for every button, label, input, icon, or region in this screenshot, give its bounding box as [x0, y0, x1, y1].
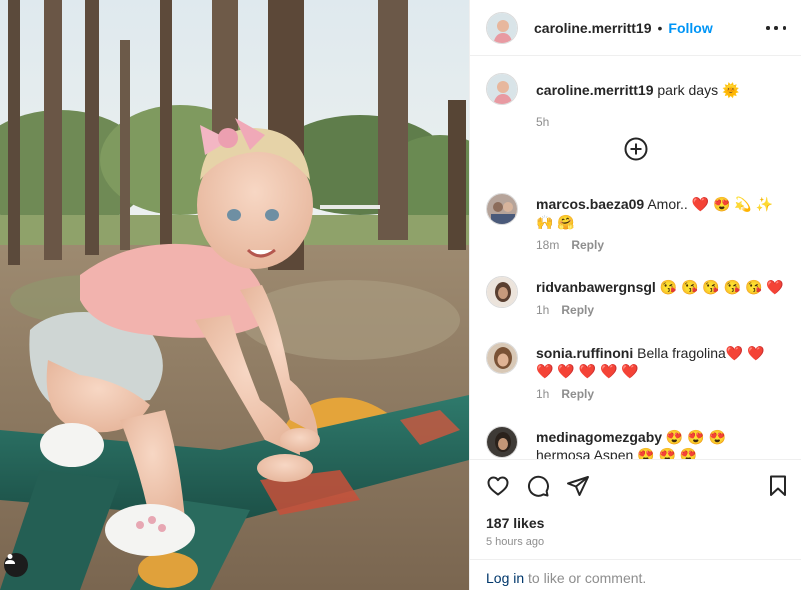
author-username[interactable]: caroline.merritt19 [534, 20, 652, 36]
comment-text: medinagomezgaby 😍 😍 😍 hermosa Aspen 😍 😍 … [536, 428, 784, 459]
reply-button[interactable]: Reply [571, 238, 604, 252]
more-options-icon[interactable] [766, 18, 786, 38]
commenter-avatar[interactable] [486, 342, 518, 374]
commenter-avatar[interactable] [486, 193, 518, 225]
comment-text: marcos.baeza09 Amor.. ❤️ 😍 💫 ✨ 🙌 🤗 [536, 195, 784, 231]
reply-button[interactable]: Reply [561, 387, 594, 401]
comment-meta: 18m Reply [536, 238, 604, 252]
comment-username[interactable]: medinagomezgaby [536, 429, 662, 445]
user-tag-icon[interactable] [4, 553, 28, 577]
post-side-panel: caroline.merritt19 • Follow caroline.mer… [469, 0, 801, 590]
separator-dot: • [657, 19, 663, 36]
comment-meta: 1h Reply [536, 387, 594, 401]
comment-body: 😘 😘 😘 😘 😘 ❤️ [659, 279, 784, 295]
caption-avatar[interactable] [486, 73, 518, 105]
caption-body: park days 🌞 [657, 82, 740, 98]
paper-plane-icon[interactable] [566, 474, 590, 498]
caption-age: 5h [536, 115, 550, 129]
follow-button[interactable]: Follow [668, 20, 712, 36]
caption-username[interactable]: caroline.merritt19 [536, 82, 654, 98]
likes-count[interactable]: 187 likes [486, 515, 544, 531]
login-suffix: to like or comment. [524, 570, 647, 586]
comment-text: sonia.ruffinoni Bella fragolina❤️ ❤️ ❤️ … [536, 344, 784, 380]
heart-icon[interactable] [486, 474, 510, 498]
commenter-avatar[interactable] [486, 276, 518, 308]
login-link[interactable]: Log in [486, 570, 524, 586]
caption-text: caroline.merritt19 park days 🌞 [536, 81, 784, 99]
action-bar [470, 459, 801, 511]
reply-button[interactable]: Reply [561, 303, 594, 317]
comment-age: 1h [536, 303, 550, 317]
author-avatar[interactable] [486, 11, 518, 44]
post-header: caroline.merritt19 • Follow [470, 0, 801, 56]
comment-text: ridvanbawergnsgl 😘 😘 😘 😘 😘 ❤️ [536, 278, 784, 296]
comment-username[interactable]: ridvanbawergnsgl [536, 279, 656, 295]
plus-circle-icon[interactable] [624, 137, 648, 161]
post-photo[interactable] [0, 0, 469, 590]
comment-meta: 1h Reply [536, 303, 594, 317]
comment-username[interactable]: sonia.ruffinoni [536, 345, 633, 361]
comments-list[interactable]: caroline.merritt19 park days 🌞 5h marcos… [470, 57, 801, 459]
post-timestamp[interactable]: 5 hours ago [486, 536, 544, 548]
comment-username[interactable]: marcos.baeza09 [536, 196, 644, 212]
person-icon [5, 554, 15, 564]
comment-age: 18m [536, 238, 560, 252]
post-image [0, 0, 469, 590]
comment-icon[interactable] [526, 474, 550, 498]
commenter-avatar[interactable] [486, 426, 518, 458]
login-prompt: Log in to like or comment. [470, 559, 801, 590]
caption-meta: 5h [536, 115, 549, 129]
bookmark-icon[interactable] [766, 474, 790, 498]
comment-age: 1h [536, 387, 550, 401]
